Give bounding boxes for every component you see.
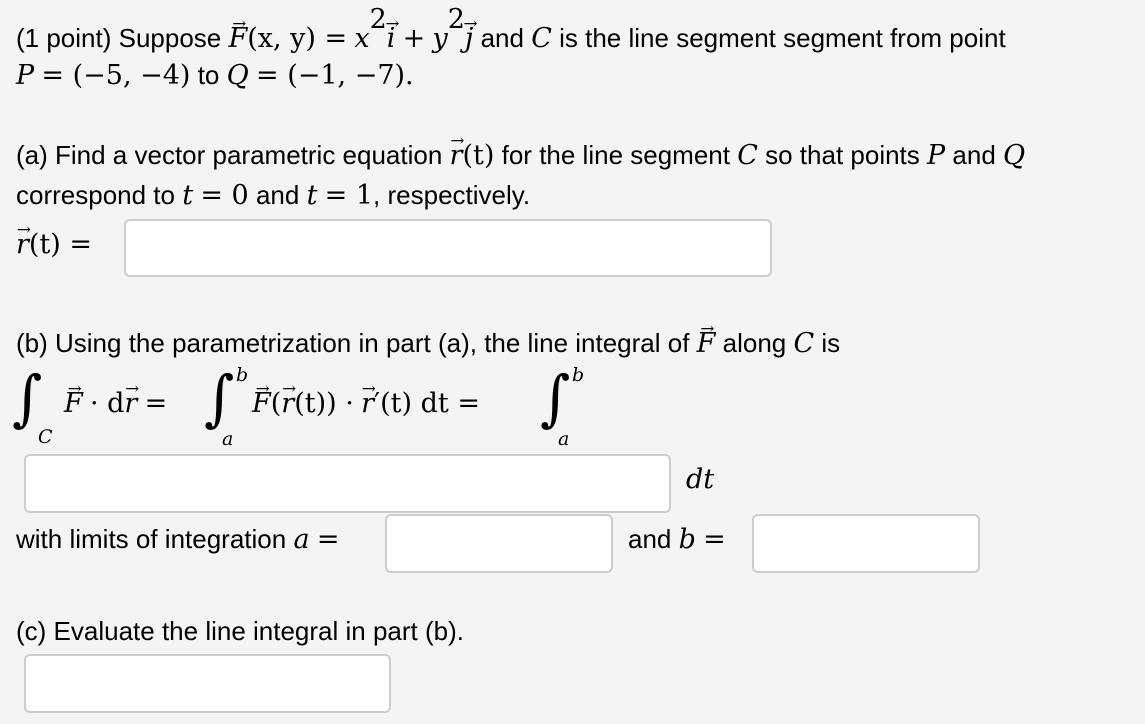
point-Q: Q <box>226 60 249 91</box>
vector-r: r <box>16 229 29 260</box>
text-and: and <box>480 22 524 53</box>
r-label-rest: (t) = <box>28 229 93 260</box>
r-of-t-input[interactable] <box>124 219 772 277</box>
part-a-text-4: correspond to <box>16 180 175 210</box>
dt-label: dt <box>686 464 715 495</box>
curve-C: C <box>793 328 815 359</box>
equals: = <box>703 524 726 555</box>
vector-r: r <box>450 140 463 171</box>
curve-C: C <box>737 140 758 171</box>
exp-1: 2 <box>369 4 387 35</box>
problem-statement-line-2: P = (−5, −4) to Q = (−1, −7). <box>16 60 414 91</box>
point-Q: Q <box>1003 140 1026 171</box>
limits-text: with limits of integration <box>16 524 287 554</box>
vector-F: F <box>64 388 83 419</box>
upper-limit-input[interactable] <box>752 514 980 573</box>
point-Q-value: = (−1, −7). <box>255 60 414 91</box>
points-label: (1 point) Suppose <box>16 22 222 53</box>
part-c-text: (c) Evaluate the line integral in part (… <box>16 616 464 646</box>
part-a-line-1: (a) Find a vector parametric equation r(… <box>16 140 1025 171</box>
term-y: y <box>432 22 448 54</box>
part-a-text-3: so that points <box>765 140 920 170</box>
integral-sub-C: C <box>38 426 53 448</box>
limits-label: with limits of integration a = <box>16 524 339 555</box>
text-and: and <box>952 140 996 170</box>
line-integral-answer-input[interactable] <box>24 654 391 713</box>
part-b-line-1: (b) Using the parametrization in part (a… <box>16 328 840 359</box>
vector-F: F <box>228 23 247 54</box>
r-of-t-label: r(t) = <box>16 229 92 260</box>
r-prime-dt: ′(t) dt = <box>373 388 480 419</box>
integrand-input[interactable] <box>24 454 671 513</box>
problem-statement-line-1: (1 point) Suppose F(x, y) = x2i + y2j an… <box>16 6 1006 54</box>
exp-2: 2 <box>447 4 465 35</box>
and-b-label: and b = <box>628 524 726 555</box>
part-a-text-2: for the line segment <box>501 140 730 170</box>
vector-F: F <box>697 328 716 359</box>
text-to: to <box>197 60 220 90</box>
paren-open: ( <box>270 388 282 419</box>
text-segment: is the line segment segment from point <box>559 22 1006 53</box>
term-x: x <box>354 22 370 54</box>
point-P: P <box>16 60 35 91</box>
lower-limit-input[interactable] <box>385 514 613 573</box>
text-is: is <box>821 328 841 358</box>
eq-0: = 0 <box>200 180 249 211</box>
vector-r: r <box>281 388 294 419</box>
point-P: P <box>927 140 946 171</box>
field-args: (x, y) = <box>247 22 348 54</box>
integral-sign: ∫ <box>204 362 235 434</box>
equals: = <box>144 388 168 419</box>
integral-sign: ∫ <box>12 362 43 434</box>
var-a: a <box>293 524 310 555</box>
vector-F: F <box>252 388 271 419</box>
lower-limit-a: a <box>558 428 570 450</box>
integral-equation: ∫ C F · dr = ∫ b a F(r(t)) · r′(t) dt = … <box>12 360 652 460</box>
var-b: b <box>678 524 696 555</box>
point-P-value: = (−5, −4) <box>41 60 191 91</box>
text-along: along <box>722 328 787 358</box>
lower-limit-a: a <box>222 428 234 450</box>
part-a-text: (a) Find a vector parametric equation <box>16 140 443 170</box>
vector-r-prime: r <box>361 388 374 419</box>
part-a-line-2: correspond to t = 0 and t = 1, respectiv… <box>16 180 530 211</box>
var-t: t <box>306 180 318 211</box>
equals: = <box>316 524 340 555</box>
dot-d: · d <box>89 388 125 419</box>
part-b-text: (b) Using the parametrization in part (a… <box>16 328 690 358</box>
var-t: t <box>182 180 194 211</box>
curve-C: C <box>531 22 552 54</box>
eq-1: = 1 <box>324 180 374 211</box>
text-and: and <box>255 180 300 210</box>
upper-limit-b: b <box>236 364 249 386</box>
part-a-text-5: , respectively. <box>373 180 531 210</box>
r-of-t-dot: (t)) · <box>294 388 354 419</box>
upper-limit-b: b <box>572 364 585 386</box>
integral-sign: ∫ <box>540 362 571 434</box>
unit-i: i <box>387 23 396 54</box>
vector-r: r <box>124 388 137 419</box>
r-args: (t) <box>462 140 495 171</box>
unit-j: j <box>465 23 473 54</box>
text-and: and <box>628 524 672 554</box>
plus-sign: + <box>402 22 426 54</box>
